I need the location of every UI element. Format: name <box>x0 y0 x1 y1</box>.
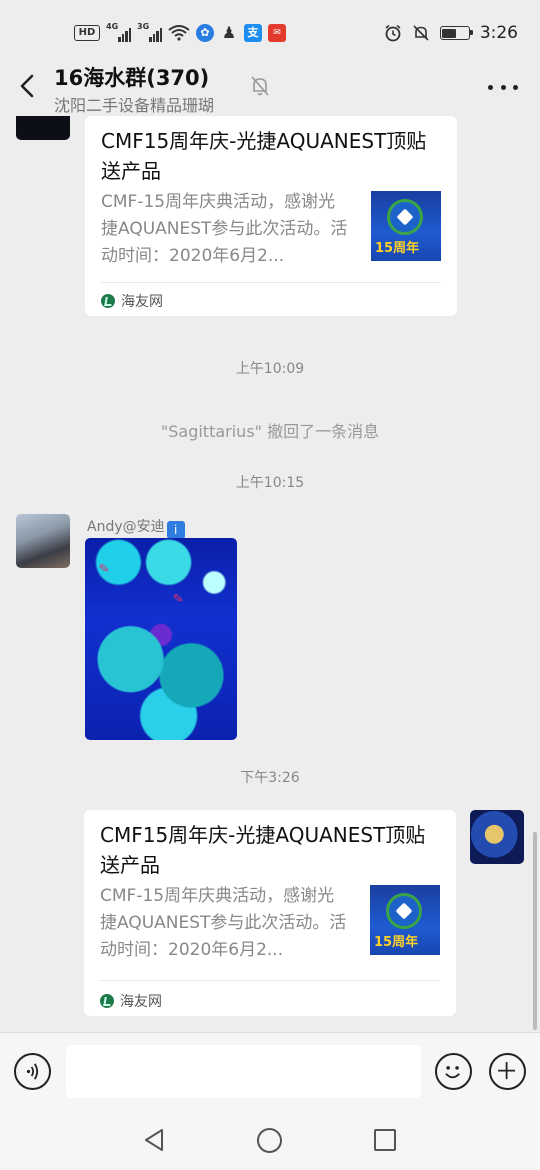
input-bar <box>0 1032 540 1112</box>
qq-app-icon: ♟ <box>221 23 237 42</box>
logo-icon <box>387 199 423 235</box>
chat-header: 16海水群(370) 沈阳二手设备精品珊瑚 <box>0 62 540 116</box>
silent-icon <box>413 25 429 41</box>
bell-off-icon <box>251 76 269 96</box>
baidu-app-icon: ✿ <box>196 24 214 42</box>
card-thumbnail: 15周年 <box>370 885 440 955</box>
divider <box>101 282 441 283</box>
link-card[interactable]: CMF15周年庆-光捷AQUANEST顶贴送产品 CMF-15周年庆典活动，感谢… <box>84 810 456 1016</box>
plus-icon[interactable] <box>489 1053 526 1090</box>
nav-recent-icon[interactable] <box>374 1129 396 1151</box>
taobao-app-icon: ✉ <box>268 24 286 42</box>
status-bar: HD 4G 3G ✿ ♟ 支 ✉ 3:26 <box>0 0 540 62</box>
alarm-icon <box>385 24 401 42</box>
recall-notice: "Sagittarius" 撤回了一条消息 <box>160 422 380 441</box>
timestamp: 下午3:26 <box>240 770 300 786</box>
chat-title: 16海水群(370) <box>54 66 210 90</box>
timestamp: 上午10:15 <box>235 475 305 491</box>
system-nav-bar <box>0 1112 540 1170</box>
alipay-app-icon: 支 <box>244 24 262 42</box>
signal-2-icon: 3G <box>137 22 162 42</box>
card-source-name: 海友网 <box>120 994 162 1010</box>
card-description: CMF-15周年庆典活动，感谢光捷AQUANEST参与此次活动。活动时间：202… <box>100 886 347 960</box>
chat-area[interactable]: CMF15周年庆-光捷AQUANEST顶贴送产品 CMF-15周年庆典活动，感谢… <box>0 116 540 1032</box>
card-title: CMF15周年庆-光捷AQUANEST顶贴送产品 <box>101 129 427 183</box>
status-right: 3:26 <box>384 22 518 44</box>
wifi-icon <box>168 25 190 41</box>
status-left: HD 4G 3G ✿ ♟ 支 ✉ <box>74 22 286 44</box>
card-source-name: 海友网 <box>121 294 163 310</box>
battery-icon <box>439 26 473 40</box>
avatar[interactable] <box>16 116 70 140</box>
coral-photo[interactable]: ✎ ✎ <box>85 538 237 740</box>
nav-home-icon[interactable] <box>257 1128 282 1153</box>
card-source: 海友网 <box>101 291 163 311</box>
logo-icon <box>386 893 422 929</box>
nav-back-icon[interactable] <box>142 1127 168 1153</box>
status-time: 3:26 <box>479 23 518 43</box>
scrollbar[interactable] <box>533 832 537 1030</box>
more-dots-icon[interactable] <box>488 76 518 98</box>
card-description: CMF-15周年庆典活动，感谢光捷AQUANEST参与此次活动。活动时间：202… <box>101 192 348 266</box>
chat-subtitle: 沈阳二手设备精品珊瑚 <box>54 96 215 115</box>
haiyou-logo-icon <box>101 294 115 308</box>
voice-icon[interactable] <box>14 1053 51 1090</box>
emoji-icon[interactable] <box>435 1053 472 1090</box>
sender-name: Andy@安迪 i <box>87 516 185 539</box>
card-source: 海友网 <box>100 991 162 1011</box>
avatar[interactable] <box>470 810 524 864</box>
timestamp: 上午10:09 <box>235 361 305 377</box>
avatar[interactable] <box>16 514 70 568</box>
message-input[interactable] <box>66 1045 421 1098</box>
link-card[interactable]: CMF15周年庆-光捷AQUANEST顶贴送产品 CMF-15周年庆典活动，感谢… <box>85 116 457 316</box>
card-title: CMF15周年庆-光捷AQUANEST顶贴送产品 <box>100 823 426 877</box>
hd-icon: HD <box>74 25 100 41</box>
card-thumbnail: 15周年 <box>371 191 441 261</box>
badge-icon: i <box>166 521 185 539</box>
divider <box>100 980 440 981</box>
signal-1-icon: 4G <box>106 22 131 42</box>
back-arrow-icon[interactable] <box>14 72 42 100</box>
haiyou-logo-icon <box>100 994 114 1008</box>
